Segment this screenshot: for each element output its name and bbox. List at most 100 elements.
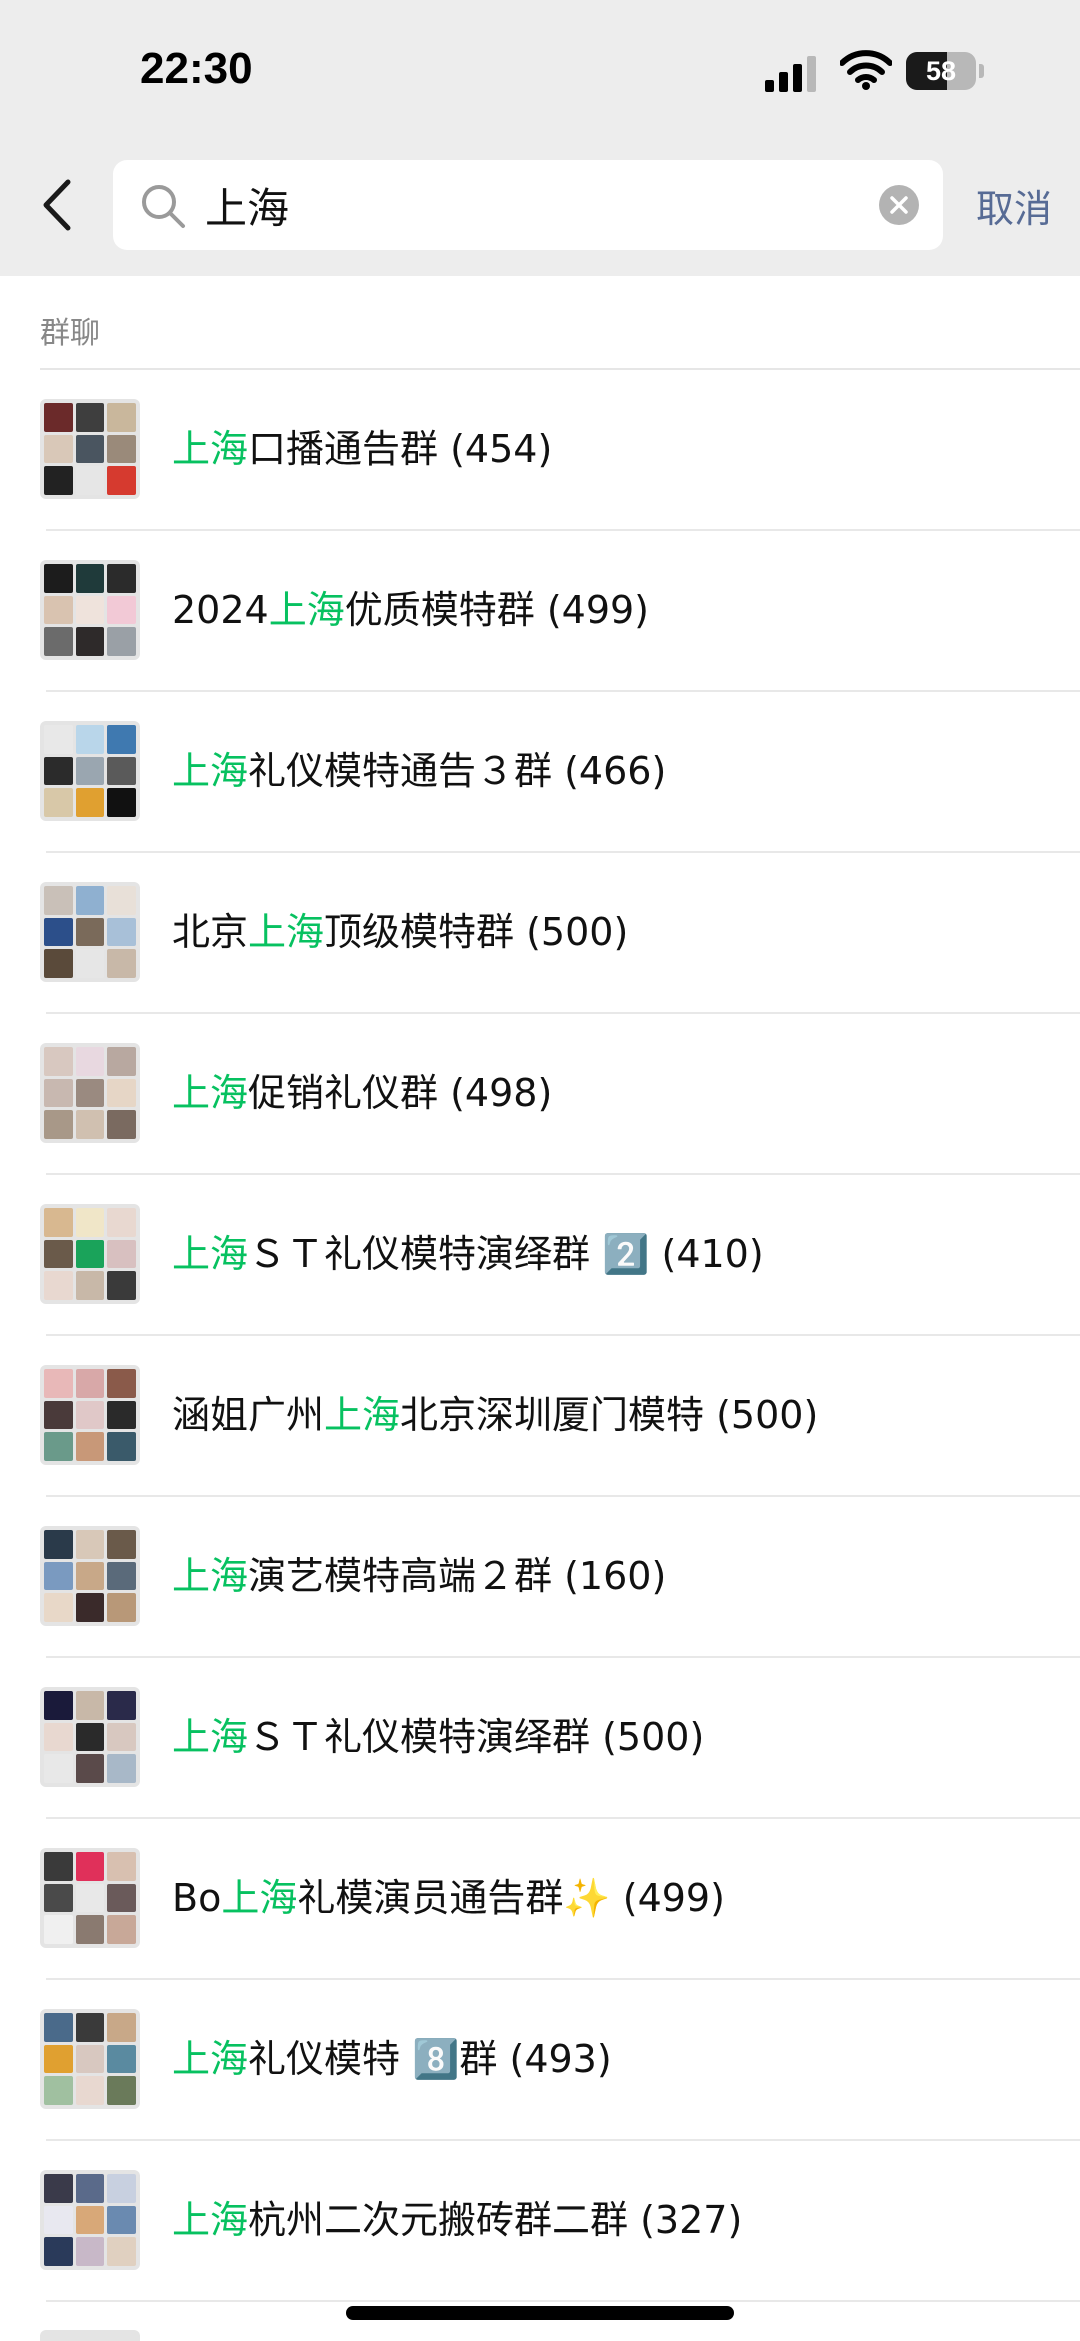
member-thumbnail	[75, 1691, 105, 1720]
member-thumbnail	[107, 1691, 136, 1720]
member-thumbnail	[75, 2044, 105, 2074]
matched-keyword: 上海	[324, 1393, 401, 1437]
search-box[interactable]	[113, 160, 943, 250]
member-thumbnail	[75, 564, 105, 593]
chat-result-row[interactable]: 北京上海顶级模特群 (500)	[0, 853, 1080, 1014]
chat-name-suffix: 优质模特群 (499)	[344, 588, 649, 632]
member-thumbnail	[107, 1561, 136, 1591]
member-thumbnail	[107, 2013, 136, 2042]
chat-result-row[interactable]: 上海口播通告群 (454)	[0, 370, 1080, 531]
chat-name: 上海促销礼仪群 (498)	[172, 1067, 552, 1119]
row-divider	[46, 2300, 1080, 2302]
member-thumbnail	[44, 466, 73, 495]
partial-avatar	[40, 2330, 140, 2341]
member-thumbnail	[44, 1883, 73, 1913]
member-thumbnail	[75, 2205, 105, 2235]
member-thumbnail	[44, 1691, 73, 1720]
group-avatar	[40, 1848, 140, 1948]
member-thumbnail	[75, 788, 105, 817]
chat-result-row[interactable]: Bo上海礼模演员通告群✨ (499)	[0, 1819, 1080, 1980]
member-thumbnail	[107, 1047, 136, 1076]
section-label-group-chats: 群聊	[40, 316, 100, 351]
wifi-icon	[840, 50, 892, 90]
member-thumbnail	[107, 2174, 136, 2203]
member-thumbnail	[44, 627, 73, 656]
member-thumbnail	[44, 595, 73, 625]
chat-result-row[interactable]: 上海礼仪模特通告３群 (466)	[0, 692, 1080, 853]
member-thumbnail	[44, 1852, 73, 1881]
group-avatar	[40, 1526, 140, 1626]
member-thumbnail	[107, 595, 136, 625]
chat-result-row[interactable]: 上海杭州二次元搬砖群二群 (327)	[0, 2141, 1080, 2302]
member-thumbnail	[75, 434, 105, 464]
chat-result-row[interactable]: 上海ＳＴ礼仪模特演绎群 (500)	[0, 1658, 1080, 1819]
chat-result-row[interactable]: 上海演艺模特高端２群 (160)	[0, 1497, 1080, 1658]
member-thumbnail	[107, 1754, 136, 1783]
member-thumbnail	[44, 1239, 73, 1269]
member-thumbnail	[75, 1369, 105, 1398]
chat-name-suffix: 口播通告群 (454)	[248, 427, 553, 471]
member-thumbnail	[44, 1271, 73, 1300]
chat-result-row[interactable]: 涵姐广州上海北京深圳厦门模特 (500)	[0, 1336, 1080, 1497]
member-thumbnail	[44, 1208, 73, 1237]
member-thumbnail	[107, 2044, 136, 2074]
cancel-button[interactable]: 取消	[976, 178, 1052, 233]
matched-keyword: 上海	[172, 749, 249, 793]
search-results-list: 上海口播通告群 (454) 2024上海优质模特群 (499) 上海礼仪模特通告３群…	[0, 370, 1080, 2302]
chat-result-row[interactable]: 上海ＳＴ礼仪模特演绎群 2️⃣ (410)	[0, 1175, 1080, 1336]
member-thumbnail	[75, 1852, 105, 1881]
chat-result-row[interactable]: 上海礼仪模特 8️⃣群 (493)	[0, 1980, 1080, 2141]
member-thumbnail	[44, 886, 73, 915]
chat-result-row[interactable]: 上海促销礼仪群 (498)	[0, 1014, 1080, 1175]
member-thumbnail	[75, 1400, 105, 1430]
member-thumbnail	[75, 1239, 105, 1269]
member-thumbnail	[107, 434, 136, 464]
member-thumbnail	[75, 2076, 105, 2105]
chat-result-row[interactable]: 2024上海优质模特群 (499)	[0, 531, 1080, 692]
member-thumbnail	[75, 2174, 105, 2203]
matched-keyword: 上海	[172, 1071, 249, 1115]
member-thumbnail	[107, 1078, 136, 1108]
member-thumbnail	[107, 886, 136, 915]
clear-search-icon[interactable]	[879, 185, 919, 225]
member-thumbnail	[107, 1530, 136, 1559]
member-thumbnail	[44, 756, 73, 786]
member-thumbnail	[107, 1883, 136, 1913]
member-thumbnail	[75, 627, 105, 656]
member-thumbnail	[44, 2044, 73, 2074]
group-avatar	[40, 2009, 140, 2109]
member-thumbnail	[107, 725, 136, 754]
chat-name: 上海杭州二次元搬砖群二群 (327)	[172, 2194, 742, 2246]
chat-name-suffix: 顶级模特群 (500)	[324, 910, 629, 954]
chat-name-prefix: 北京	[172, 910, 249, 954]
member-thumbnail	[75, 1561, 105, 1591]
group-avatar	[40, 2170, 140, 2270]
member-thumbnail	[44, 1078, 73, 1108]
member-thumbnail	[44, 403, 73, 432]
chat-name: 上海礼仪模特 8️⃣群 (493)	[172, 2033, 612, 2085]
member-thumbnail	[75, 1208, 105, 1237]
member-thumbnail	[107, 627, 136, 656]
member-thumbnail	[107, 1593, 136, 1622]
back-chevron-icon[interactable]	[38, 178, 78, 232]
search-input[interactable]	[205, 160, 825, 250]
member-thumbnail	[107, 2205, 136, 2235]
member-thumbnail	[75, 1110, 105, 1139]
member-thumbnail	[107, 949, 136, 978]
member-thumbnail	[75, 949, 105, 978]
battery-icon: 58	[906, 52, 986, 90]
group-avatar	[40, 1687, 140, 1787]
member-thumbnail	[75, 725, 105, 754]
chat-name-prefix: 2024	[172, 588, 269, 632]
chat-name-suffix: 演艺模特高端２群 (160)	[248, 1554, 667, 1598]
chat-name-suffix: 礼仪模特 8️⃣群 (493)	[248, 2037, 612, 2081]
home-indicator[interactable]	[346, 2306, 734, 2320]
member-thumbnail	[107, 1369, 136, 1398]
matched-keyword: 上海	[172, 427, 249, 471]
member-thumbnail	[44, 1432, 73, 1461]
member-thumbnail	[107, 1915, 136, 1944]
member-thumbnail	[44, 788, 73, 817]
member-thumbnail	[75, 403, 105, 432]
chat-name: 上海ＳＴ礼仪模特演绎群 (500)	[172, 1711, 704, 1763]
chat-name: 上海ＳＴ礼仪模特演绎群 2️⃣ (410)	[172, 1228, 764, 1280]
